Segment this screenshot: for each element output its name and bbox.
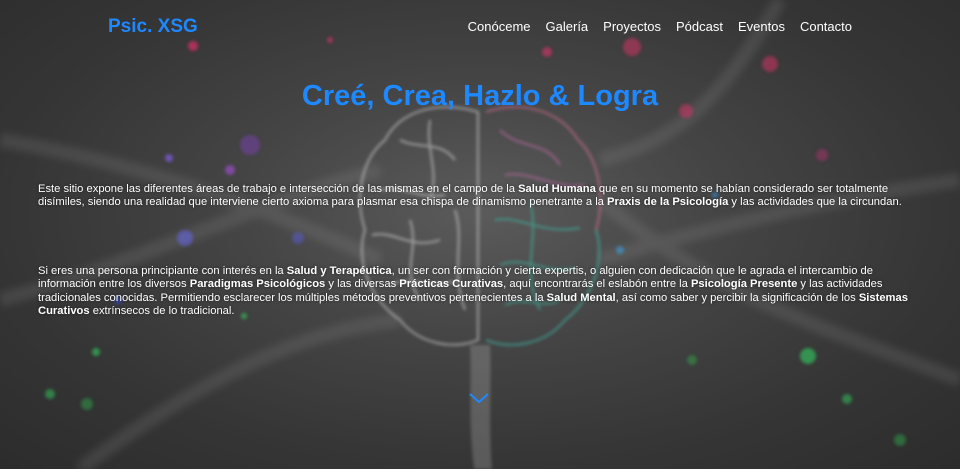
navbar: Psic. XSG Conóceme Galería Proyectos Pód… (0, 0, 960, 54)
chevron-down-icon[interactable] (468, 390, 490, 406)
hero-title: Creé, Crea, Hazlo & Logra (301, 80, 659, 112)
audience-paragraph: Si eres una persona principiante con int… (38, 265, 926, 319)
hero-section: Psic. XSG Conóceme Galería Proyectos Pód… (0, 0, 960, 469)
nav-link-proyectos[interactable]: Proyectos (603, 19, 661, 34)
audience-text: extrínsecos de lo tradicional. (89, 305, 235, 318)
audience-text: , así como saber y percibir la significa… (615, 291, 859, 304)
intro-text: Este sitio expone las diferentes áreas d… (38, 183, 519, 195)
highlight-psicologia-presente: Psicología Presente (690, 278, 798, 291)
highlight-practicas-curativas: Prácticas Curativas (399, 278, 504, 291)
audience-text: y las diversas (325, 278, 400, 291)
intro-text: y las actividades que la circundan. (728, 196, 902, 209)
nav-link-podcast[interactable]: Pódcast (676, 19, 723, 34)
brand-logo-link[interactable]: Psic. XSG (108, 16, 198, 38)
nav-link-galeria[interactable]: Galería (546, 19, 589, 34)
highlight-salud-mental: Salud Mental (546, 291, 616, 304)
highlight-praxis-psicologia: Praxis de la Psicología (607, 196, 729, 209)
highlight-salud-humana: Salud Humana (518, 183, 596, 195)
audience-text: Si eres una persona principiante con int… (38, 265, 287, 277)
highlight-paradigmas: Paradigmas Psicológicos (189, 278, 326, 291)
audience-text: , aquí encontrarás el eslabón entre la (503, 278, 691, 291)
nav-link-conoceme[interactable]: Conóceme (468, 19, 531, 34)
nav-link-eventos[interactable]: Eventos (738, 19, 785, 34)
highlight-salud-terapeutica: Salud y Terapéutica (286, 265, 392, 277)
intro-paragraph: Este sitio expone las diferentes áreas d… (38, 183, 926, 210)
main-nav: Conóceme Galería Proyectos Pódcast Event… (468, 19, 852, 34)
nav-link-contacto[interactable]: Contacto (800, 19, 852, 34)
